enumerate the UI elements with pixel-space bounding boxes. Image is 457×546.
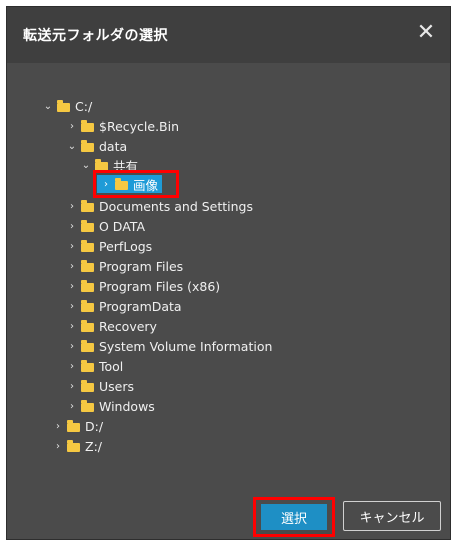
tree-node-z-drive[interactable]: › Z:/ <box>53 437 102 455</box>
tree-node-label: Documents and Settings <box>99 198 254 214</box>
tree-node-label: Tool <box>99 358 124 374</box>
folder-icon <box>81 359 94 372</box>
tree-node-label: PerfLogs <box>99 238 153 254</box>
tree-node-label: O DATA <box>99 218 146 234</box>
folder-select-dialog: 転送元フォルダの選択 ✕ ⌄ C:/ › $Recycle.Bin ⌄ data… <box>6 6 451 540</box>
chevron-right-icon[interactable]: › <box>53 441 63 452</box>
tree-node-c-drive[interactable]: ⌄ C:/ <box>43 97 92 115</box>
tree-node-label: 画像 <box>133 177 159 193</box>
tree-node-o-data[interactable]: › O DATA <box>67 217 145 235</box>
tree-node-recycle-bin[interactable]: › $Recycle.Bin <box>67 117 179 135</box>
chevron-down-icon[interactable]: ⌄ <box>43 101 53 112</box>
folder-icon <box>115 177 128 190</box>
tree-node-tool[interactable]: › Tool <box>67 357 123 375</box>
folder-icon <box>81 259 94 272</box>
chevron-right-icon[interactable]: › <box>67 301 77 312</box>
tree-node-label: data <box>99 138 128 154</box>
title-bar: 転送元フォルダの選択 ✕ <box>7 7 450 63</box>
folder-icon <box>81 279 94 292</box>
chevron-right-icon[interactable]: › <box>101 179 111 190</box>
tree-node-label: ProgramData <box>99 298 182 314</box>
tree-node-program-files[interactable]: › Program Files <box>67 257 183 275</box>
tree-node-perflogs[interactable]: › PerfLogs <box>67 237 152 255</box>
chevron-right-icon[interactable]: › <box>67 361 77 372</box>
folder-icon <box>67 419 80 432</box>
tree-node-label: C:/ <box>75 98 93 114</box>
chevron-right-icon[interactable]: › <box>67 241 77 252</box>
chevron-right-icon[interactable]: › <box>67 121 77 132</box>
tree-node-label: Windows <box>99 398 155 414</box>
tree-node-label: Users <box>99 378 135 394</box>
tree-node-label: D:/ <box>85 418 104 434</box>
folder-icon <box>81 379 94 392</box>
select-button-highlight-box: 選択 <box>253 497 335 537</box>
tree-node-label: Program Files <box>99 258 184 274</box>
chevron-right-icon[interactable]: › <box>53 421 63 432</box>
chevron-right-icon[interactable]: › <box>67 281 77 292</box>
tree-node-label: Z:/ <box>85 438 102 454</box>
chevron-right-icon[interactable]: › <box>67 221 77 232</box>
tree-node-recovery[interactable]: › Recovery <box>67 317 157 335</box>
folder-icon <box>81 199 94 212</box>
folder-icon <box>81 299 94 312</box>
cancel-button[interactable]: キャンセル <box>343 501 441 531</box>
dialog-title: 転送元フォルダの選択 <box>23 28 168 44</box>
tree-node-windows[interactable]: › Windows <box>67 397 155 415</box>
close-icon[interactable]: ✕ <box>414 21 438 45</box>
tree-node-documents-and-settings[interactable]: › Documents and Settings <box>67 197 253 215</box>
chevron-right-icon[interactable]: › <box>67 381 77 392</box>
chevron-right-icon[interactable]: › <box>67 321 77 332</box>
chevron-down-icon[interactable]: ⌄ <box>81 160 91 171</box>
tree-node-program-files-x86[interactable]: › Program Files (x86) <box>67 277 220 295</box>
folder-icon <box>57 99 70 112</box>
chevron-right-icon[interactable]: › <box>67 341 77 352</box>
tree-node-system-volume-information[interactable]: › System Volume Information <box>67 337 272 355</box>
chevron-right-icon[interactable]: › <box>67 201 77 212</box>
tree-node-label: Program Files (x86) <box>99 278 221 294</box>
tree-node-d-drive[interactable]: › D:/ <box>53 417 103 435</box>
folder-icon <box>81 119 94 132</box>
folder-icon <box>81 139 94 152</box>
tree-node-users[interactable]: › Users <box>67 377 134 395</box>
folder-icon <box>67 439 80 452</box>
tree-node-programdata[interactable]: › ProgramData <box>67 297 182 315</box>
chevron-down-icon[interactable]: ⌄ <box>67 141 77 152</box>
tree-node-label: $Recycle.Bin <box>99 118 180 134</box>
chevron-right-icon[interactable]: › <box>67 401 77 412</box>
tree-node-images-selected[interactable]: › 画像 <box>97 175 163 193</box>
chevron-right-icon[interactable]: › <box>67 261 77 272</box>
folder-icon <box>81 319 94 332</box>
select-button[interactable]: 選択 <box>261 504 327 530</box>
folder-icon <box>81 219 94 232</box>
folder-icon <box>81 399 94 412</box>
tree-node-label: Recovery <box>99 318 157 334</box>
tree-node-label: System Volume Information <box>99 338 273 354</box>
folder-icon <box>81 239 94 252</box>
tree-node-data[interactable]: ⌄ data <box>67 137 127 155</box>
folder-icon <box>81 339 94 352</box>
